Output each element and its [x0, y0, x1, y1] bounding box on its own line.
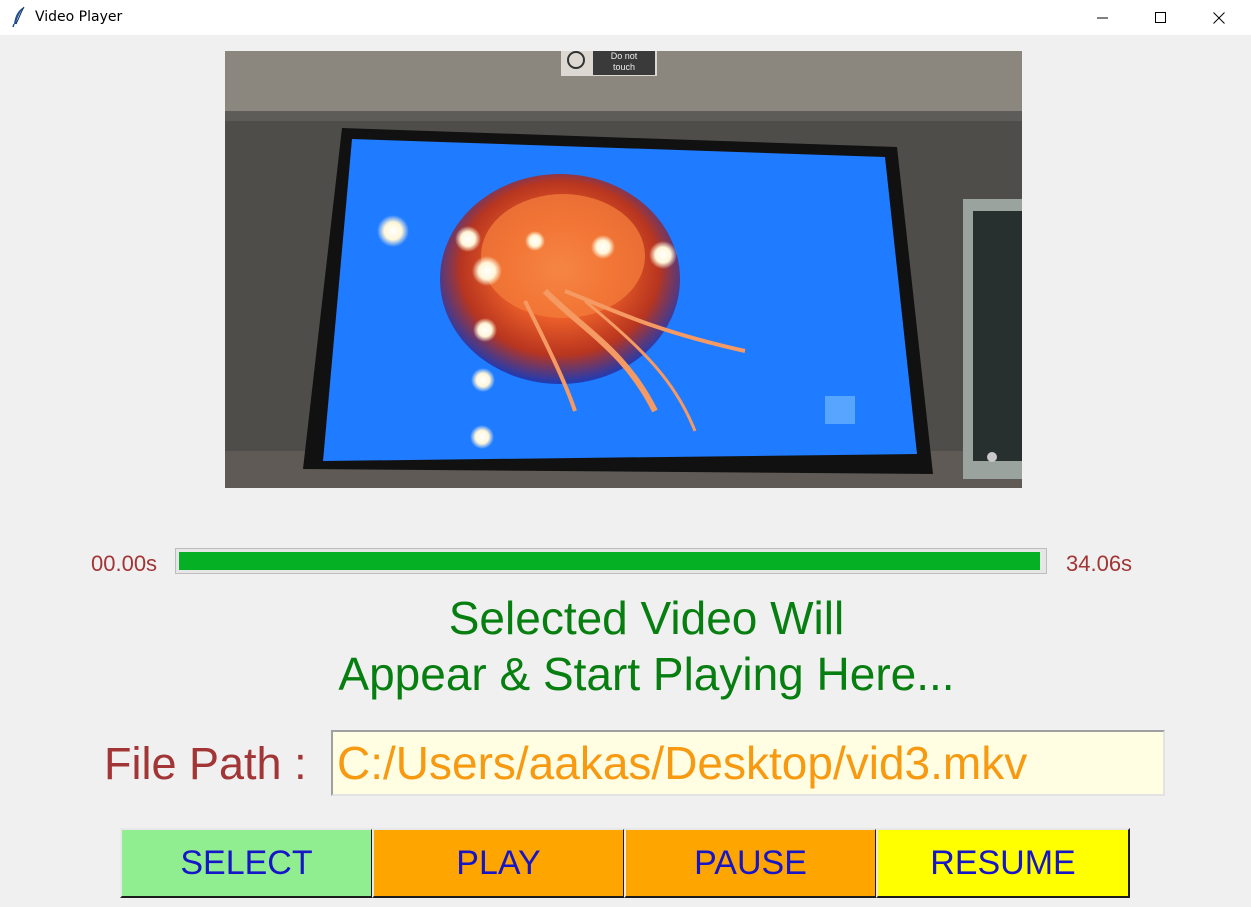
progress-bar — [175, 548, 1047, 574]
elapsed-time: 00.00s — [91, 551, 158, 576]
total-time: 34.06s — [1066, 551, 1133, 576]
title-bar: Video Player — [0, 0, 1251, 35]
do-not-touch-sign: Do not touch — [561, 51, 657, 76]
status-message-line1: Selected Video Will — [448, 592, 845, 644]
play-button[interactable]: PLAY — [372, 828, 625, 898]
maximize-icon — [1155, 11, 1166, 23]
video-image: Do not touch — [225, 51, 1022, 488]
minimize-icon — [1097, 17, 1108, 18]
progress-fill — [179, 552, 1040, 570]
close-icon — [1213, 11, 1225, 24]
file-path-label: File Path : — [104, 738, 307, 789]
close-button[interactable] — [1190, 0, 1248, 35]
sign-text-1: Do not — [611, 51, 638, 61]
pause-button[interactable]: PAUSE — [624, 828, 877, 898]
sign-text-2: touch — [613, 62, 635, 72]
file-path-input[interactable] — [331, 730, 1165, 796]
resume-button[interactable]: RESUME — [876, 828, 1130, 898]
window-title: Video Player — [35, 9, 123, 25]
maximize-button[interactable] — [1132, 0, 1190, 35]
select-button[interactable]: SELECT — [120, 828, 373, 898]
video-frame: Do not touch — [225, 51, 1022, 488]
minimize-button[interactable] — [1074, 0, 1132, 35]
status-message-line2: Appear & Start Playing Here... — [338, 648, 955, 700]
feather-icon — [11, 6, 27, 28]
